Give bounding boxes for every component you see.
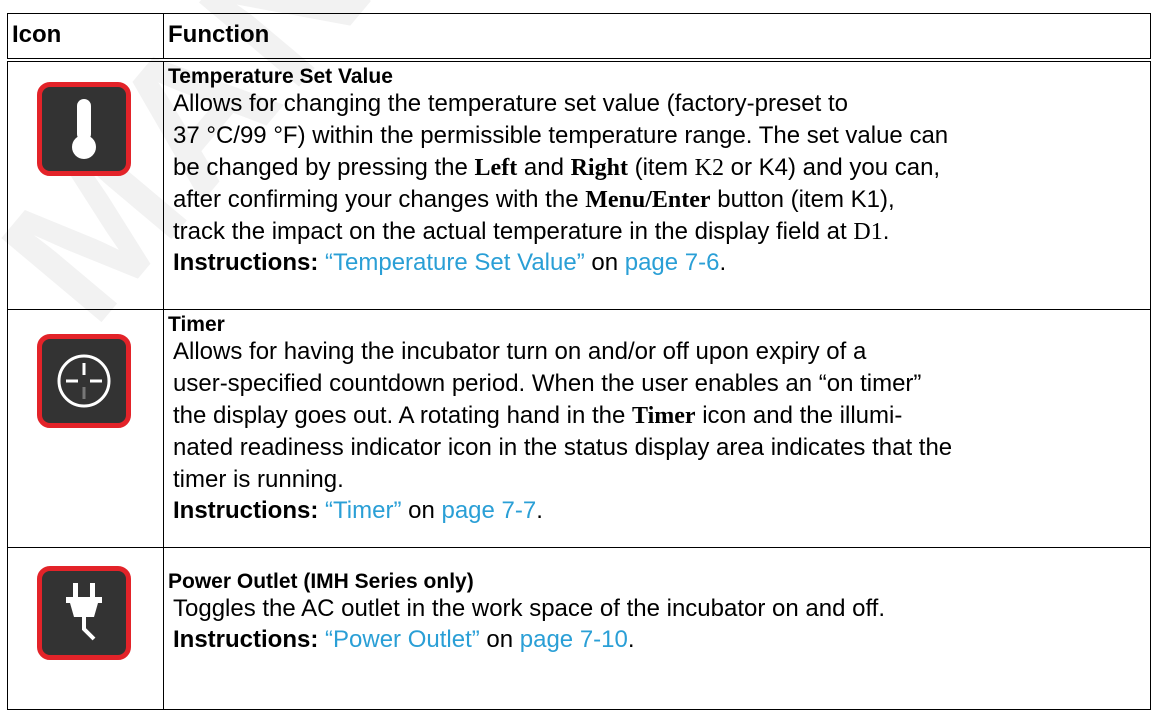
timer-icon (37, 334, 131, 428)
left-button-ref: Left (474, 155, 518, 181)
function-cell: Temperature Set Value Allows for changin… (163, 59, 1151, 310)
page-link[interactable]: page 7-7 (441, 497, 536, 524)
table-row: Temperature Set Value Allows for changin… (7, 59, 1151, 310)
instructions-line: Instructions: “Power Outlet” on page 7-1… (173, 626, 635, 653)
power-plug-icon (37, 566, 131, 660)
instructions-link[interactable]: “Timer” (325, 497, 401, 524)
function-cell: Timer Allows for having the incubator tu… (163, 309, 1151, 548)
function-description: Allows for having the incubator turn on … (173, 338, 953, 493)
instructions-link[interactable]: “Power Outlet” (325, 626, 480, 653)
header-icon: Icon (7, 13, 164, 62)
function-title: Timer (168, 313, 225, 336)
icon-cell (7, 309, 164, 548)
table-row: Power Outlet (IMH Series only) Toggles t… (7, 547, 1151, 710)
function-cell: Power Outlet (IMH Series only) Toggles t… (163, 547, 1151, 710)
timer-ref: Timer (632, 403, 696, 429)
function-title: Temperature Set Value (168, 65, 393, 88)
function-description: Toggles the AC outlet in the work space … (173, 595, 886, 622)
page-link[interactable]: page 7-10 (520, 626, 628, 653)
page-link[interactable]: page 7-6 (625, 249, 720, 276)
instructions-line: Instructions: “Temperature Set Value” on… (173, 249, 727, 276)
menu-enter-ref: Menu/Enter (585, 187, 711, 213)
header-function: Function (163, 13, 1151, 62)
function-title: Power Outlet (IMH Series only) (168, 570, 474, 593)
icon-cell (7, 547, 164, 710)
instructions-link[interactable]: “Temperature Set Value” (325, 249, 585, 276)
icon-cell (7, 59, 164, 310)
thermometer-icon (37, 82, 131, 176)
table-header-row: Icon Function (7, 13, 1151, 62)
right-button-ref: Right (570, 155, 628, 181)
instructions-line: Instructions: “Timer” on page 7-7. (173, 497, 543, 524)
icon-function-table: Icon Function Temperature Set Value Allo… (7, 13, 1151, 710)
table-row: Timer Allows for having the incubator tu… (7, 309, 1151, 548)
function-description: Allows for changing the temperature set … (173, 90, 949, 245)
